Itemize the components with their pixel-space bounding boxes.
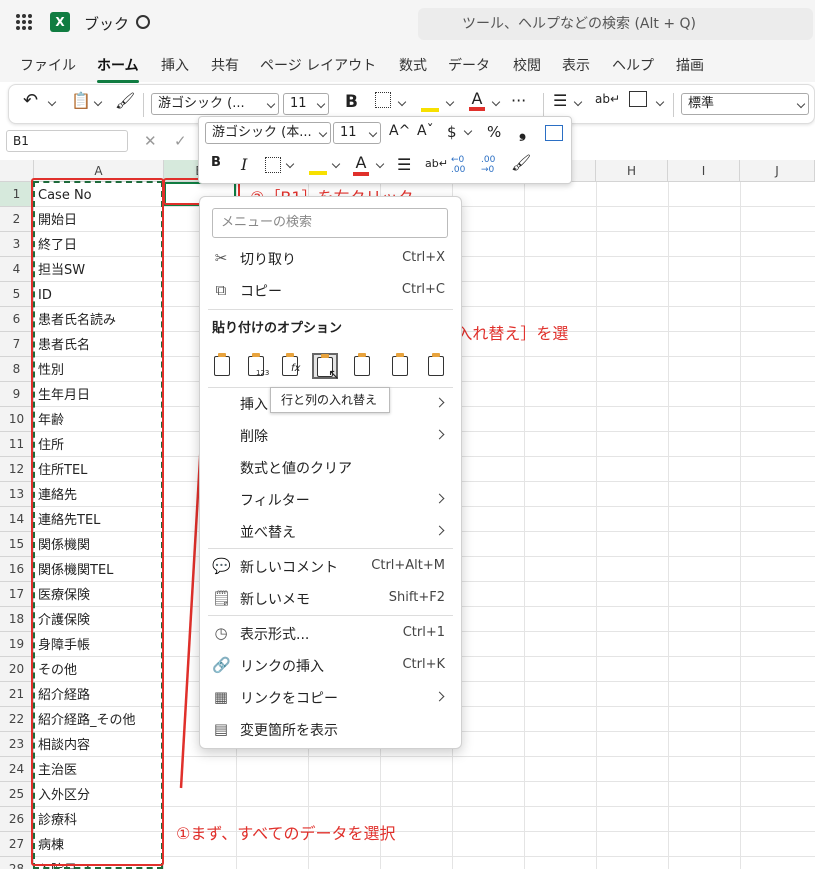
menu-item-insert-link[interactable]: 🔗 リンクの挿入 Ctrl+K — [200, 650, 461, 680]
menu-item-label: 新しいコメント — [240, 560, 338, 576]
currency-button[interactable]: $ — [447, 123, 457, 141]
menu-item-delete[interactable]: 削除 — [200, 420, 461, 450]
clipboard-icon — [392, 353, 408, 376]
menu-divider — [208, 615, 453, 616]
menu-item-show-changes[interactable]: ▤ 変更箇所を表示 — [200, 714, 461, 744]
menu-item-sort[interactable]: 並べ替え — [200, 516, 461, 546]
paste-values-icon[interactable]: 123 — [244, 353, 270, 379]
grid-link-icon: ▦ — [213, 688, 229, 706]
grow-font-button[interactable]: A^ — [389, 123, 410, 139]
note-icon: 🗒 — [212, 589, 232, 607]
chevron-right-icon — [434, 397, 445, 408]
menu-search-input[interactable]: メニューの検索 — [212, 208, 448, 238]
mini-fill-dropdown-icon[interactable] — [331, 159, 341, 169]
mini-font-family-dropdown[interactable]: 游ゴシック (本... — [205, 122, 331, 144]
menu-item-shortcut: Shift+F2 — [388, 590, 445, 605]
chevron-down-icon — [318, 128, 328, 138]
mini-font-family-value: 游ゴシック (本... — [212, 125, 312, 140]
paste-transpose-icon[interactable]: ↖ — [312, 353, 340, 383]
menu-item-label: リンクをコピー — [240, 691, 338, 707]
paste-options-heading: 貼り付けのオプション — [212, 321, 343, 336]
chevron-right-icon — [434, 691, 445, 702]
annotation-step-1: ①まず、すべてのデータを選択 — [176, 824, 396, 843]
menu-item-label: 切り取り — [240, 252, 296, 268]
menu-item-clear[interactable]: 数式と値のクリア — [200, 452, 461, 482]
chevron-down-icon — [368, 128, 378, 138]
menu-item-new-note[interactable]: 🗒 新しいメモ Shift+F2 — [200, 583, 461, 613]
currency-dropdown-icon[interactable] — [463, 126, 473, 136]
comma-style-button[interactable]: ❟ — [519, 121, 526, 142]
menu-item-shortcut: Ctrl+1 — [402, 625, 445, 640]
menu-item-label: 新しいメモ — [240, 592, 310, 608]
changes-icon: ▤ — [213, 720, 229, 738]
mini-font-color-dropdown-icon[interactable] — [375, 159, 385, 169]
menu-item-copy-link[interactable]: ▦ リンクをコピー — [200, 682, 461, 712]
paste-link-icon[interactable] — [388, 353, 414, 379]
menu-item-shortcut: Ctrl+K — [402, 657, 445, 672]
context-menu: メニューの検索 ✂ 切り取り Ctrl+X ⧉ コピー Ctrl+C 貼り付けの… — [199, 196, 462, 749]
paste-formatting-icon[interactable] — [350, 353, 376, 379]
paste-values-label: 123 — [256, 369, 270, 377]
mini-toolbar: 游ゴシック (本... 11 A^ Aˇ $ % ❟ B I A ☰ ab↵ ←… — [198, 116, 572, 184]
menu-item-label: コピー — [240, 284, 282, 300]
comment-icon: 💬 — [212, 557, 231, 575]
clipboard-icon — [214, 353, 230, 376]
decrease-decimal-button[interactable]: .00 →0 — [481, 155, 505, 175]
clipboard-icon — [428, 353, 444, 376]
mini-align-icon[interactable]: ☰ — [397, 155, 411, 174]
copy-icon: ⧉ — [215, 281, 227, 299]
menu-item-label: 挿入 — [240, 397, 268, 413]
menu-divider — [208, 548, 453, 549]
menu-item-cut[interactable]: ✂ 切り取り Ctrl+X — [200, 243, 461, 273]
mini-wrap-icon[interactable]: ab↵ — [425, 157, 448, 170]
number-format-icon: ◷ — [214, 624, 228, 642]
mini-font-color-icon[interactable]: A — [353, 153, 369, 176]
percent-button[interactable]: % — [487, 123, 501, 141]
fx-icon: fx — [291, 363, 301, 374]
chevron-right-icon — [434, 493, 445, 504]
paste-icon[interactable] — [210, 353, 236, 379]
mini-format-painter-icon[interactable]: 🖌 — [511, 153, 531, 172]
mini-fill-color-icon[interactable] — [309, 155, 327, 175]
menu-item-copy[interactable]: ⧉ コピー Ctrl+C — [200, 275, 461, 305]
menu-divider — [208, 309, 453, 310]
menu-item-filter[interactable]: フィルター — [200, 484, 461, 514]
menu-item-label: 並べ替え — [240, 525, 296, 541]
menu-item-format-cells[interactable]: ◷ 表示形式... Ctrl+1 — [200, 618, 461, 648]
menu-item-label: 表示形式... — [240, 627, 310, 643]
chevron-right-icon — [434, 429, 445, 440]
clipboard-icon — [354, 353, 370, 376]
mini-bold-button[interactable]: B — [211, 155, 221, 170]
menu-item-shortcut: Ctrl+X — [402, 250, 445, 265]
increase-decimal-button[interactable]: ←0 .00 — [451, 155, 475, 175]
menu-item-label: 数式と値のクリア — [240, 461, 352, 477]
mini-font-size-value: 11 — [340, 125, 357, 140]
paste-picture-icon[interactable] — [424, 353, 450, 379]
mini-borders-icon[interactable] — [265, 157, 281, 173]
mini-borders-dropdown-icon[interactable] — [285, 159, 295, 169]
paste-formulas-icon[interactable]: fx — [278, 353, 304, 379]
shrink-font-button[interactable]: Aˇ — [417, 123, 434, 139]
menu-item-label: リンクの挿入 — [240, 659, 324, 675]
chevron-right-icon — [434, 525, 445, 536]
menu-item-shortcut: Ctrl+C — [401, 282, 445, 297]
menu-item-shortcut: Ctrl+Alt+M — [371, 558, 445, 573]
transpose-tooltip: 行と列の入れ替え — [270, 387, 390, 413]
scissors-icon: ✂ — [214, 249, 228, 267]
mini-font-size-dropdown[interactable]: 11 — [333, 122, 381, 144]
menu-item-label: 変更箇所を表示 — [240, 723, 338, 739]
link-icon: 🔗 — [212, 656, 231, 674]
menu-item-label: フィルター — [240, 493, 310, 509]
mouse-cursor-icon: ↖ — [328, 367, 340, 383]
mini-italic-button[interactable]: I — [241, 155, 247, 174]
menu-item-label: 削除 — [240, 429, 268, 445]
menu-item-new-comment[interactable]: 💬 新しいコメント Ctrl+Alt+M — [200, 551, 461, 581]
wrap-format-icon[interactable] — [545, 125, 563, 141]
